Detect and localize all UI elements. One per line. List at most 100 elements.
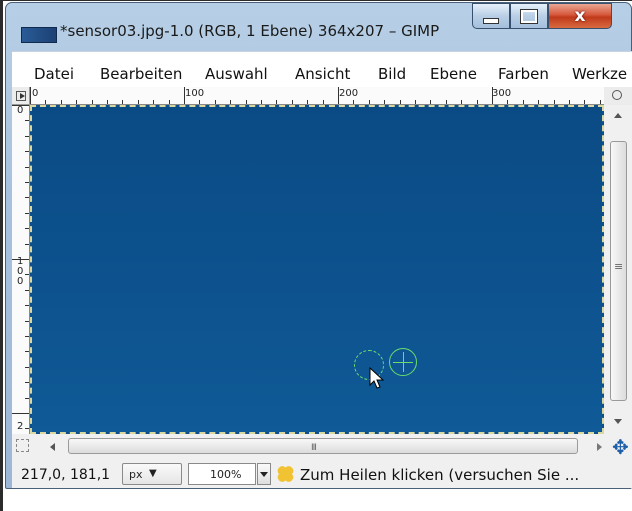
status-message: Zum Heilen klicken (versuchen Sie ... [300, 466, 580, 484]
window-controls: x [472, 3, 612, 31]
ruler-tick [430, 100, 431, 104]
ruler-label: 2 [17, 421, 24, 432]
vertical-ruler[interactable]: 0 1 0 0 2 [12, 105, 30, 434]
menu-bild[interactable]: Bild [378, 65, 406, 83]
ruler-tick [246, 100, 247, 104]
close-button[interactable]: x [548, 3, 612, 29]
ruler-tick [107, 100, 108, 104]
menu-ebene[interactable]: Ebene [430, 65, 477, 83]
layer-boundary [30, 105, 604, 434]
ruler-tick [122, 100, 123, 104]
ruler-tick [492, 87, 493, 104]
ruler-tick [415, 100, 416, 104]
quickmenu-button[interactable] [12, 87, 30, 105]
scroll-down-icon[interactable] [614, 419, 622, 424]
vertical-scrollbar[interactable]: ≡ [604, 105, 632, 434]
minimize-icon [483, 17, 499, 24]
ruler-tick [307, 100, 308, 104]
navigate-icon[interactable]: ✥ [612, 435, 629, 459]
scroll-up-icon[interactable] [614, 113, 622, 118]
ruler-tick [338, 87, 339, 104]
ruler-label: 300 [492, 88, 512, 99]
image-canvas[interactable] [30, 105, 604, 434]
ruler-tick [323, 100, 324, 104]
ruler-tick [569, 100, 570, 104]
ruler-tick [538, 100, 539, 104]
gimp-image-icon [21, 27, 57, 43]
ruler-tick [276, 100, 277, 104]
ruler-tick [25, 367, 29, 368]
magnifier-icon [612, 90, 622, 100]
ruler-tick [507, 100, 508, 104]
menu-farben[interactable]: Farben [498, 65, 549, 83]
ruler-tick [199, 100, 200, 104]
ruler-tick [400, 100, 401, 104]
ruler-tick [461, 100, 462, 104]
heal-source-crosshair-icon [389, 348, 417, 376]
ruler-tick [25, 228, 29, 229]
menu-ansicht[interactable]: Ansicht [295, 65, 350, 83]
ruler-tick [184, 87, 185, 104]
screenshot-frame: *sensor03.jpg-1.0 (RGB, 1 Ebene) 364x207… [0, 0, 632, 511]
ruler-tick [25, 213, 29, 214]
ruler-tick [477, 100, 478, 104]
vertical-scroll-thumb[interactable]: ≡ [610, 141, 627, 401]
unit-value: px [129, 468, 143, 481]
menu-arrow-icon [16, 91, 26, 101]
ruler-tick [523, 100, 524, 104]
minimize-button[interactable] [472, 3, 510, 29]
ruler-tick [25, 290, 29, 291]
scroll-right-icon[interactable] [597, 443, 602, 451]
ruler-tick [25, 182, 29, 183]
ruler-label: 100 [185, 88, 205, 99]
zoom-input[interactable]: 100% [188, 463, 256, 485]
ruler-tick [446, 100, 447, 104]
ruler-tick [25, 274, 29, 275]
maximize-button[interactable] [510, 3, 548, 29]
pointer-coordinates: 217,0, 181,1 [21, 467, 111, 483]
mouse-pointer-icon [369, 367, 385, 389]
ruler-label: 0 [32, 88, 39, 99]
ruler-label: 0 [17, 105, 24, 116]
ruler-tick [353, 100, 354, 104]
unit-select[interactable]: px ▼ [122, 463, 182, 485]
menu-auswahl[interactable]: Auswahl [205, 65, 268, 83]
ruler-tick [600, 100, 601, 104]
ruler-tick [25, 136, 29, 137]
ruler-tick [554, 100, 555, 104]
scroll-grip-icon: ≡ [614, 260, 624, 273]
ruler-tick [584, 100, 585, 104]
top-border [0, 0, 632, 1]
ruler-tick [25, 305, 29, 306]
horizontal-scroll-row: III ✥ [12, 434, 632, 460]
ruler-tick [25, 398, 29, 399]
menu-bearbeiten[interactable]: Bearbeiten [100, 65, 182, 83]
ruler-tick [292, 100, 293, 104]
gimp-image-window: *sensor03.jpg-1.0 (RGB, 1 Ebene) 364x207… [5, 2, 632, 489]
ruler-tick [25, 351, 29, 352]
horizontal-ruler[interactable]: 0 100 200 300 [30, 87, 604, 105]
maximize-icon [521, 9, 537, 23]
ruler-tick [25, 336, 29, 337]
horizontal-scroll-thumb[interactable]: III [68, 438, 578, 454]
zoom-to-window-button[interactable] [604, 87, 632, 105]
ruler-tick [61, 100, 62, 104]
ruler-tick [384, 100, 385, 104]
ruler-tick [12, 259, 29, 260]
ruler-tick [12, 105, 29, 106]
ruler-tick [25, 151, 29, 152]
ruler-tick [230, 100, 231, 104]
zoom-dropdown-button[interactable] [257, 463, 271, 485]
title-bar[interactable]: *sensor03.jpg-1.0 (RGB, 1 Ebene) 364x207… [6, 3, 631, 51]
quick-mask-toggle[interactable] [16, 439, 29, 452]
ruler-tick [169, 100, 170, 104]
ruler-tick [25, 321, 29, 322]
menu-datei[interactable]: Datei [34, 65, 74, 83]
scroll-left-icon[interactable] [50, 443, 55, 451]
ruler-tick [30, 87, 31, 104]
ruler-tick [25, 120, 29, 121]
menu-werkzeuge[interactable]: Werkze [572, 65, 627, 83]
scroll-grip-icon: III [311, 443, 317, 453]
ruler-tick [261, 100, 262, 104]
ruler-tick [25, 382, 29, 383]
